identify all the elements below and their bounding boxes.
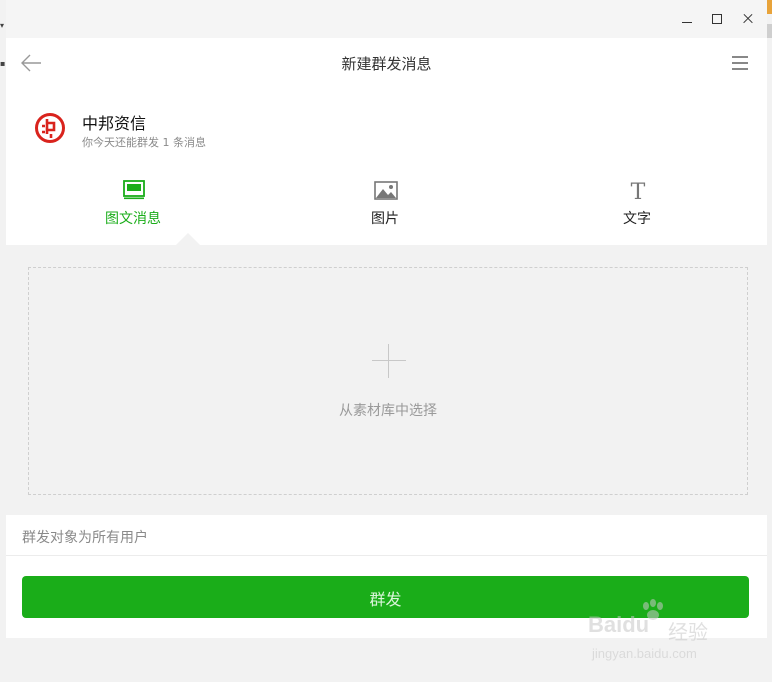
- background-tab: [767, 24, 772, 38]
- message-type-tabs: 图文消息 图片 T 文字: [6, 170, 767, 245]
- main-panel: 新建群发消息 中邦资信 你今天还能群发 1 条消息 图文消息 图片 T 文字 从…: [6, 38, 767, 638]
- baidu-jingyan-watermark: Baidu 经验 jingyan.baidu.com: [588, 598, 728, 668]
- watermark-brand: Baidu: [588, 612, 650, 637]
- account-logo-icon: [34, 112, 66, 144]
- svg-text:T: T: [631, 180, 646, 202]
- maximize-button[interactable]: [708, 10, 726, 28]
- account-name: 中邦资信: [82, 114, 147, 133]
- account-info: 中邦资信 你今天还能群发 1 条消息: [6, 100, 767, 160]
- minimize-button[interactable]: [678, 10, 696, 28]
- hamburger-menu-icon[interactable]: [732, 56, 748, 70]
- title-bar: [6, 0, 767, 38]
- close-button[interactable]: [739, 10, 757, 28]
- watermark-cn: 经验: [668, 620, 708, 644]
- tab-image[interactable]: 图片: [310, 170, 460, 245]
- tab-news-label: 图文消息: [105, 211, 161, 227]
- tab-image-label: 图片: [371, 211, 399, 227]
- tab-text[interactable]: T 文字: [562, 170, 712, 245]
- page-header: 新建群发消息: [6, 38, 767, 88]
- watermark-url: jingyan.baidu.com: [592, 646, 697, 661]
- tab-news[interactable]: 图文消息: [58, 170, 208, 245]
- plus-icon: [372, 344, 406, 378]
- account-quota-text: 你今天还能群发 1 条消息: [82, 136, 206, 149]
- right-background-strip: [767, 0, 772, 682]
- tab-text-label: 文字: [623, 211, 651, 227]
- content-area: 从素材库中选择: [6, 245, 767, 515]
- text-T-icon: T: [626, 178, 650, 205]
- send-target-text: 群发对象为所有用户: [22, 530, 148, 546]
- app-window: 新建群发消息 中邦资信 你今天还能群发 1 条消息 图文消息 图片 T 文字 从…: [6, 0, 767, 682]
- page-title: 新建群发消息: [341, 55, 432, 73]
- select-from-library-label: 从素材库中选择: [339, 403, 437, 419]
- background-tab: [767, 0, 772, 14]
- send-target-row[interactable]: 群发对象为所有用户: [6, 515, 767, 556]
- select-from-library-area[interactable]: 从素材库中选择: [28, 267, 748, 495]
- news-card-icon: [122, 178, 146, 202]
- active-tab-caret: [176, 233, 200, 245]
- image-icon: [374, 178, 398, 202]
